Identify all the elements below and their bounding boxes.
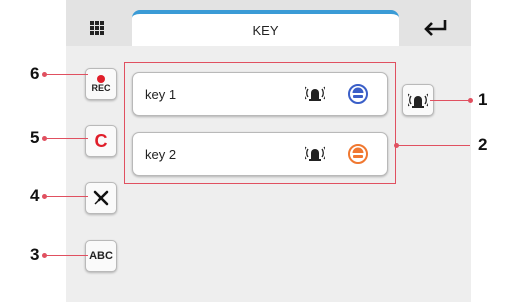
alarm-icon	[408, 93, 428, 108]
key-badge-icon	[348, 144, 368, 164]
callout-line-3	[44, 255, 88, 256]
key-name: key 2	[145, 147, 177, 162]
callout-line-6	[44, 74, 88, 75]
record-dot-icon	[97, 75, 105, 83]
menu-button[interactable]	[66, 10, 128, 46]
callout-dot-6	[42, 72, 47, 77]
callout-dot-1	[468, 98, 473, 103]
callout-dot-4	[42, 194, 47, 199]
callout-line-5	[44, 138, 88, 139]
record-button[interactable]: REC	[85, 68, 117, 100]
tools-button[interactable]	[85, 182, 117, 214]
cancel-button[interactable]: C	[85, 125, 117, 157]
alarm-icon	[305, 146, 325, 161]
key-row-1[interactable]: key 1	[132, 72, 388, 116]
callout-number-4: 4	[30, 186, 40, 205]
grid-menu-icon	[90, 21, 104, 35]
record-label: REC	[91, 83, 111, 93]
page-title: KEY	[132, 10, 399, 46]
callout-line-1	[430, 100, 470, 101]
callout-number-2: 2	[478, 135, 488, 154]
cancel-label: C	[94, 130, 108, 151]
key-row-2[interactable]: key 2	[132, 132, 388, 176]
callout-number-3: 3	[30, 245, 40, 264]
callout-dot-3	[42, 253, 47, 258]
tools-icon	[93, 190, 109, 206]
abc-label: ABC	[89, 250, 113, 262]
enter-arrow-icon	[424, 20, 447, 36]
callout-line-2	[396, 145, 470, 146]
callout-number-6: 6	[30, 64, 40, 83]
abc-button[interactable]: ABC	[85, 240, 117, 272]
callout-dot-2	[394, 143, 399, 148]
callout-number-5: 5	[30, 128, 40, 147]
back-button[interactable]	[401, 10, 471, 46]
callout-number-1: 1	[478, 90, 488, 109]
callout-dot-5	[42, 136, 47, 141]
callout-line-4	[44, 196, 88, 197]
alarm-icon	[305, 86, 325, 101]
key-name: key 1	[145, 87, 177, 102]
key-badge-icon	[348, 84, 368, 104]
